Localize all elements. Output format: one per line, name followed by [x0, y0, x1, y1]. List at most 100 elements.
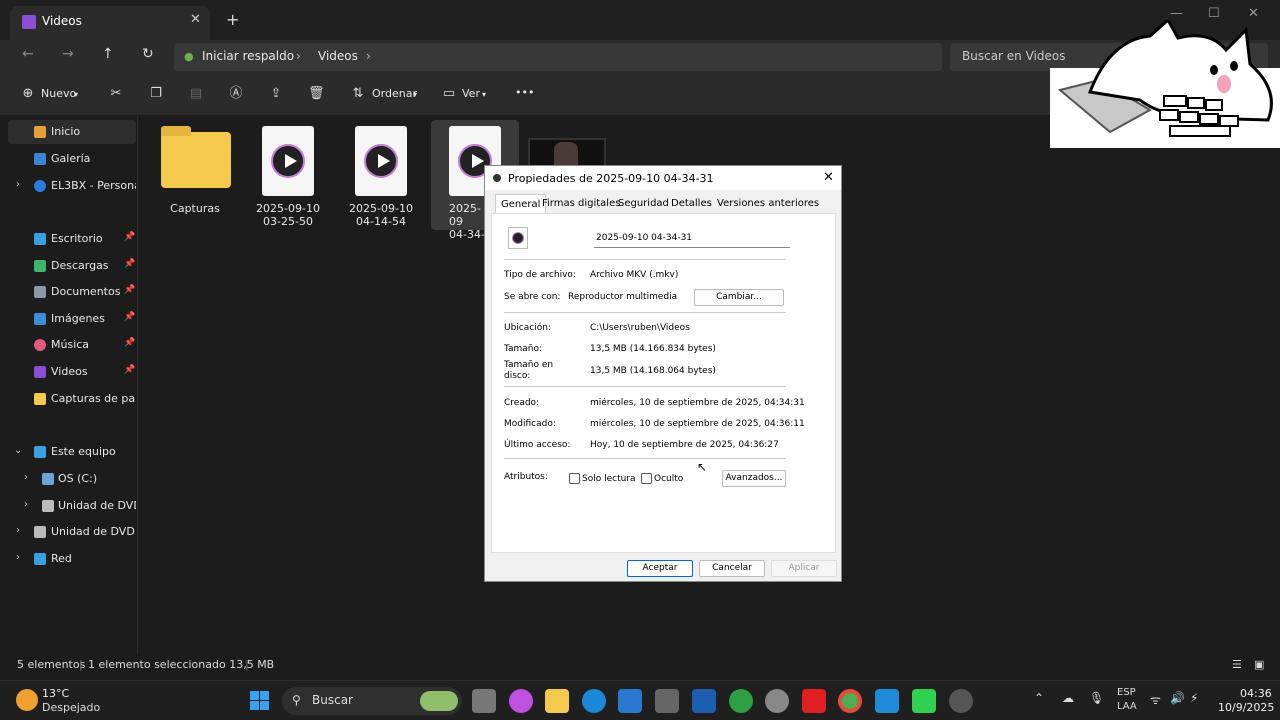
back-button[interactable]: ← [22, 46, 34, 62]
chevron-right-icon[interactable]: › [24, 472, 28, 483]
change-button[interactable]: Cambiar... [694, 289, 784, 306]
details-view-icon[interactable]: ☰ [1232, 658, 1242, 671]
file-item-capturas-folder[interactable]: Capturas [151, 120, 239, 230]
tiles-view-icon[interactable]: ▣ [1254, 658, 1264, 671]
tab-firmas-digitales[interactable]: Firmas digitales [542, 198, 620, 209]
sort-button[interactable]: Ordenar [372, 87, 417, 100]
store-icon[interactable] [618, 689, 642, 713]
file-item-video-2[interactable]: 2025-09-10 04-14-54 [337, 120, 425, 230]
breadcrumb-backup[interactable]: Iniciar respaldo [202, 49, 294, 63]
ok-button[interactable]: Aceptar [627, 560, 693, 577]
close-window-button[interactable]: ✕ [1248, 6, 1259, 21]
app-icon[interactable] [655, 689, 679, 713]
cut-icon[interactable]: ✂ [108, 86, 124, 102]
breadcrumb-videos[interactable]: Videos [318, 49, 358, 63]
file-explorer-icon[interactable] [545, 689, 569, 713]
language-indicator-top[interactable]: ESP [1117, 687, 1136, 698]
sidebar-item-label: Inicio [51, 125, 81, 138]
tab-title: Videos [42, 14, 82, 28]
youtube-icon[interactable] [802, 689, 826, 713]
battery-icon[interactable]: ⚡ [1190, 691, 1198, 705]
sidebar-item-onedrive[interactable]: › EL3BX - Personal [8, 174, 136, 198]
chrome-icon[interactable] [838, 689, 862, 713]
maximize-button[interactable]: ☐ [1208, 6, 1220, 21]
app-icon[interactable] [875, 689, 899, 713]
new-tab-button[interactable]: + [226, 10, 239, 29]
weather-temp[interactable]: 13°C [42, 687, 69, 700]
copilot-icon[interactable] [509, 689, 533, 713]
view-button[interactable]: Ver [462, 87, 480, 100]
sidebar-item-documentos[interactable]: Documentos 📌 [8, 280, 136, 304]
obs-icon[interactable] [949, 689, 973, 713]
minimize-button[interactable]: — [1170, 6, 1183, 21]
weather-desc[interactable]: Despejado [42, 701, 100, 714]
sidebar-item-musica[interactable]: Música 📌 [8, 333, 136, 357]
xbox-icon[interactable] [729, 689, 753, 713]
cloud-icon[interactable]: ☁ [1062, 691, 1074, 705]
dialog-close-button[interactable]: ✕ [823, 170, 834, 185]
readonly-checkbox[interactable] [569, 473, 580, 484]
taskbar: 13°C Despejado ⚲ Buscar ⌃ ☁ 🎙 ESP LAA ᯤ … [0, 680, 1280, 720]
delete-icon[interactable]: 🗑 [308, 86, 325, 102]
pin-icon: 📌 [124, 312, 136, 322]
start-button[interactable] [248, 689, 272, 713]
taskbar-search[interactable]: ⚲ Buscar [282, 687, 462, 715]
tab-videos[interactable]: Videos ✕ [10, 6, 210, 40]
kick-icon[interactable] [912, 689, 936, 713]
apply-button[interactable]: Aplicar [771, 560, 837, 577]
sidebar-item-os-c[interactable]: › OS (C:) [8, 467, 136, 491]
advanced-button[interactable]: Avanzados... [722, 470, 786, 487]
more-options-button[interactable]: ••• [515, 86, 534, 99]
sidebar-item-capturas[interactable]: Capturas de pantall [8, 387, 136, 411]
paste-icon[interactable]: ▤ [188, 86, 204, 102]
chevron-right-icon[interactable]: › [16, 552, 20, 563]
tab-seguridad[interactable]: Seguridad [618, 198, 669, 209]
refresh-button[interactable]: ↻ [142, 46, 154, 62]
app-icon[interactable] [692, 689, 716, 713]
rename-icon[interactable]: Ⓐ [228, 86, 244, 102]
chevron-down-icon[interactable]: ⌄ [14, 445, 22, 456]
sidebar-item-escritorio[interactable]: Escritorio 📌 [8, 227, 136, 251]
edge-icon[interactable] [582, 689, 606, 713]
task-view-icon[interactable] [472, 689, 496, 713]
file-label-line: 2025-09-10 [349, 202, 413, 215]
up-button[interactable]: ↑ [102, 46, 114, 62]
chevron-right-icon[interactable]: › [24, 499, 28, 510]
sidebar-item-imagenes[interactable]: Imágenes 📌 [8, 307, 136, 331]
language-indicator-bottom[interactable]: LAA [1117, 701, 1137, 712]
clock-date[interactable]: 10/9/2025 [1218, 701, 1274, 714]
sidebar-item-descargas[interactable]: Descargas 📌 [8, 254, 136, 278]
sidebar-item-videos[interactable]: Videos 📌 [8, 360, 136, 384]
sidebar-item-red[interactable]: › Red [8, 547, 136, 571]
chevron-right-icon[interactable]: › [16, 179, 20, 190]
tab-general[interactable]: General [495, 194, 547, 214]
forward-button[interactable]: → [62, 46, 74, 62]
sidebar-item-galeria[interactable]: Galería [8, 147, 136, 171]
chevron-up-icon[interactable]: ⌃ [1034, 691, 1044, 705]
tab-versiones-anteriores[interactable]: Versiones anteriores [717, 198, 819, 209]
sidebar-item-dvd-2[interactable]: › Unidad de DVD (E:) [8, 520, 136, 544]
tab-detalles[interactable]: Detalles [671, 198, 712, 209]
address-bar[interactable]: ● Iniciar respaldo › Videos › [174, 43, 942, 71]
sidebar-item-dvd-1[interactable]: › Unidad de DVD (E [8, 494, 136, 518]
wifi-icon[interactable]: ᯤ [1150, 691, 1161, 708]
backup-icon: ● [184, 50, 194, 63]
clock-time[interactable]: 04:36 [1240, 687, 1272, 700]
cancel-button[interactable]: Cancelar [699, 560, 765, 577]
sidebar-item-este-equipo[interactable]: ⌄ Este equipo [8, 440, 136, 464]
weather-icon[interactable] [16, 689, 38, 711]
file-label-line: 2025-09 [449, 202, 481, 228]
new-button[interactable]: Nuevo [41, 87, 76, 100]
file-item-video-1[interactable]: 2025-09-10 03-25-50 [244, 120, 332, 230]
volume-icon[interactable]: 🔊 [1170, 691, 1185, 705]
settings-gear-icon[interactable] [765, 689, 789, 713]
chevron-right-icon[interactable]: › [16, 525, 20, 536]
copy-icon[interactable]: ❐ [148, 86, 164, 102]
filename-field[interactable]: 2025-09-10 04-34-31 [594, 230, 790, 248]
hidden-checkbox[interactable] [641, 473, 652, 484]
microphone-icon[interactable]: 🎙 [1089, 691, 1104, 705]
tab-close-icon[interactable]: ✕ [190, 12, 201, 27]
sidebar-item-inicio[interactable]: Inicio [8, 120, 136, 144]
share-icon[interactable]: ⇪ [268, 86, 284, 102]
video-thumbnail[interactable] [528, 138, 606, 168]
